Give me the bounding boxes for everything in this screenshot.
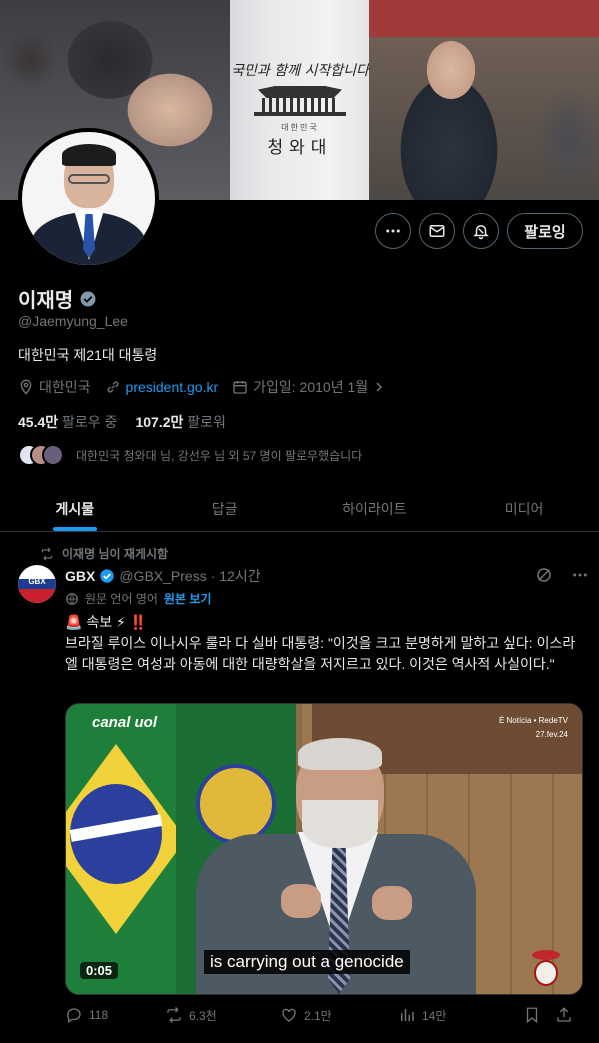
speaker-hand bbox=[281, 884, 321, 918]
repost-button[interactable]: 6.3천 bbox=[165, 1006, 280, 1024]
video-logo-left: canal uol bbox=[92, 714, 158, 731]
views-count: 14만 bbox=[422, 1008, 447, 1023]
joined-item[interactable]: 가입일: 2010년 1월 bbox=[232, 377, 385, 397]
follower-avatar bbox=[42, 444, 64, 466]
repost-text[interactable]: 이재명 님이 재게시함 bbox=[62, 545, 168, 562]
share-icon bbox=[557, 1007, 571, 1022]
post-video[interactable]: canal uol É Notícia • RedeTV 27.fev.24 i… bbox=[65, 703, 583, 995]
more-options-button[interactable] bbox=[375, 213, 411, 249]
more-icon[interactable] bbox=[571, 566, 589, 584]
followers-count: 107.2만 bbox=[135, 414, 184, 430]
post-actions: 118 6.3천 2.1만 14만 bbox=[65, 1006, 585, 1024]
like-count: 2.1만 bbox=[304, 1008, 332, 1023]
bell-icon bbox=[473, 225, 489, 240]
follower-avatars bbox=[18, 444, 68, 466]
followers-label: 팔로워 bbox=[187, 414, 226, 430]
post-author-name[interactable]: GBX bbox=[65, 568, 95, 584]
repost-indicator: 이재명 님이 재게시함 bbox=[40, 545, 168, 562]
tab-media[interactable]: 미디어 bbox=[449, 486, 599, 531]
profile-name-row: 이재명 bbox=[18, 284, 97, 313]
post-header: GBX @GBX_Press · 12시간 bbox=[65, 566, 261, 586]
repost-icon bbox=[41, 547, 53, 560]
speaker-hair bbox=[298, 738, 382, 770]
following-button[interactable]: 팔로잉 bbox=[507, 213, 583, 249]
post-author-avatar[interactable]: GBX bbox=[18, 565, 56, 603]
tab-highlights[interactable]: 하이라이트 bbox=[300, 486, 450, 531]
banner-photo-right bbox=[369, 0, 599, 200]
video-logo-right: É Notícia • RedeTV 27.fev.24 bbox=[499, 714, 568, 742]
verified-gray-badge-icon[interactable] bbox=[79, 290, 97, 308]
reply-button[interactable]: 118 bbox=[65, 1006, 165, 1024]
following-count: 45.4만 bbox=[18, 414, 59, 430]
blue-house-icon bbox=[254, 86, 346, 120]
banner-slogan: 국민과 함께 시작합니다 bbox=[231, 63, 369, 79]
bookmark-icon bbox=[526, 1007, 538, 1024]
show-original-link[interactable]: 원본 보기 bbox=[164, 590, 212, 607]
more-icon bbox=[386, 229, 400, 233]
banner-org-small: 대한민국 bbox=[281, 123, 319, 132]
like-button[interactable]: 2.1만 bbox=[280, 1006, 398, 1024]
tab-posts[interactable]: 게시물 bbox=[0, 486, 150, 531]
profile-name: 이재명 bbox=[18, 290, 74, 312]
post-tools bbox=[535, 566, 589, 584]
video-caption: is carrying out a genocide bbox=[204, 950, 410, 974]
profile-tabs: 게시물 답글 하이라이트 미디어 bbox=[0, 486, 599, 532]
repost-icon bbox=[167, 1007, 181, 1023]
translate-icon bbox=[66, 592, 78, 605]
notifications-button[interactable] bbox=[463, 213, 499, 249]
video-logo-right-line1: É Notícia • RedeTV bbox=[498, 716, 568, 725]
joined-text: 가입일: 2010년 1월 bbox=[253, 379, 369, 395]
message-button[interactable] bbox=[419, 213, 455, 249]
following-count-link[interactable]: 45.4만 팔로우 중 bbox=[18, 412, 117, 432]
translation-row: 원문 언어 영어 원본 보기 bbox=[65, 590, 211, 607]
website-link[interactable]: president.go.kr bbox=[126, 379, 219, 395]
avatar-logo-text: GBX bbox=[28, 577, 46, 586]
grok-icon[interactable] bbox=[535, 566, 553, 584]
bookmark-button[interactable] bbox=[523, 1006, 555, 1024]
followed-by-row[interactable]: 대한민국 청와대 님, 강선우 님 외 57 명이 팔로우했습니다 bbox=[18, 444, 362, 466]
post-text: 브라질 루이스 이나시우 룰라 다 실바 대통령: "이것을 크고 분명하게 말… bbox=[65, 635, 576, 672]
repost-count: 6.3천 bbox=[189, 1008, 217, 1023]
verified-blue-badge-icon[interactable] bbox=[99, 568, 115, 584]
video-watermark-icon bbox=[528, 950, 564, 992]
location-item: 대한민국 bbox=[18, 377, 91, 397]
following-label: 팔로우 중 bbox=[62, 414, 118, 430]
video-duration: 0:05 bbox=[80, 962, 119, 979]
followed-by-text: 대한민국 청와대 님, 강선우 님 외 57 명이 팔로우했습니다 bbox=[76, 448, 363, 463]
website-item[interactable]: president.go.kr bbox=[105, 379, 219, 395]
speaker-hand bbox=[372, 886, 412, 920]
profile-handle: @Jaemyung_Lee bbox=[18, 313, 128, 329]
follow-counts: 45.4만 팔로우 중 107.2만 팔로워 bbox=[18, 412, 226, 432]
tab-replies[interactable]: 답글 bbox=[150, 486, 300, 531]
envelope-icon bbox=[429, 225, 445, 237]
post-time[interactable]: · 12시간 bbox=[211, 566, 261, 586]
video-logo-right-line2: 27.fev.24 bbox=[535, 730, 568, 739]
location-text: 대한민국 bbox=[39, 379, 91, 395]
link-icon bbox=[107, 381, 119, 393]
reply-icon bbox=[67, 1008, 81, 1024]
heart-icon bbox=[282, 1008, 296, 1022]
views-icon bbox=[401, 1009, 414, 1021]
followers-count-link[interactable]: 107.2만 팔로워 bbox=[135, 412, 225, 432]
share-button[interactable] bbox=[555, 1006, 573, 1024]
views-button[interactable]: 14만 bbox=[398, 1006, 523, 1024]
speaker-beard bbox=[302, 800, 378, 848]
post-author-handle[interactable]: @GBX_Press bbox=[119, 568, 206, 584]
banner-logo: 국민과 함께 시작합니다 대한민국 청와대 bbox=[220, 60, 380, 158]
chevron-right-icon bbox=[376, 382, 383, 392]
translation-label: 원문 언어 영어 bbox=[85, 592, 158, 606]
banner-org-big: 청와대 bbox=[267, 138, 333, 158]
breaking-line: 🚨 속보 ⚡ ‼️ bbox=[65, 614, 148, 630]
location-pin-icon bbox=[20, 379, 32, 395]
profile-meta: 대한민국 president.go.kr 가입일: 2010년 1월 bbox=[18, 377, 399, 397]
calendar-icon bbox=[233, 381, 247, 394]
profile-avatar[interactable] bbox=[18, 128, 159, 269]
profile-bio: 대한민국 제21대 대통령 bbox=[18, 347, 158, 363]
reply-count: 118 bbox=[89, 1008, 109, 1022]
